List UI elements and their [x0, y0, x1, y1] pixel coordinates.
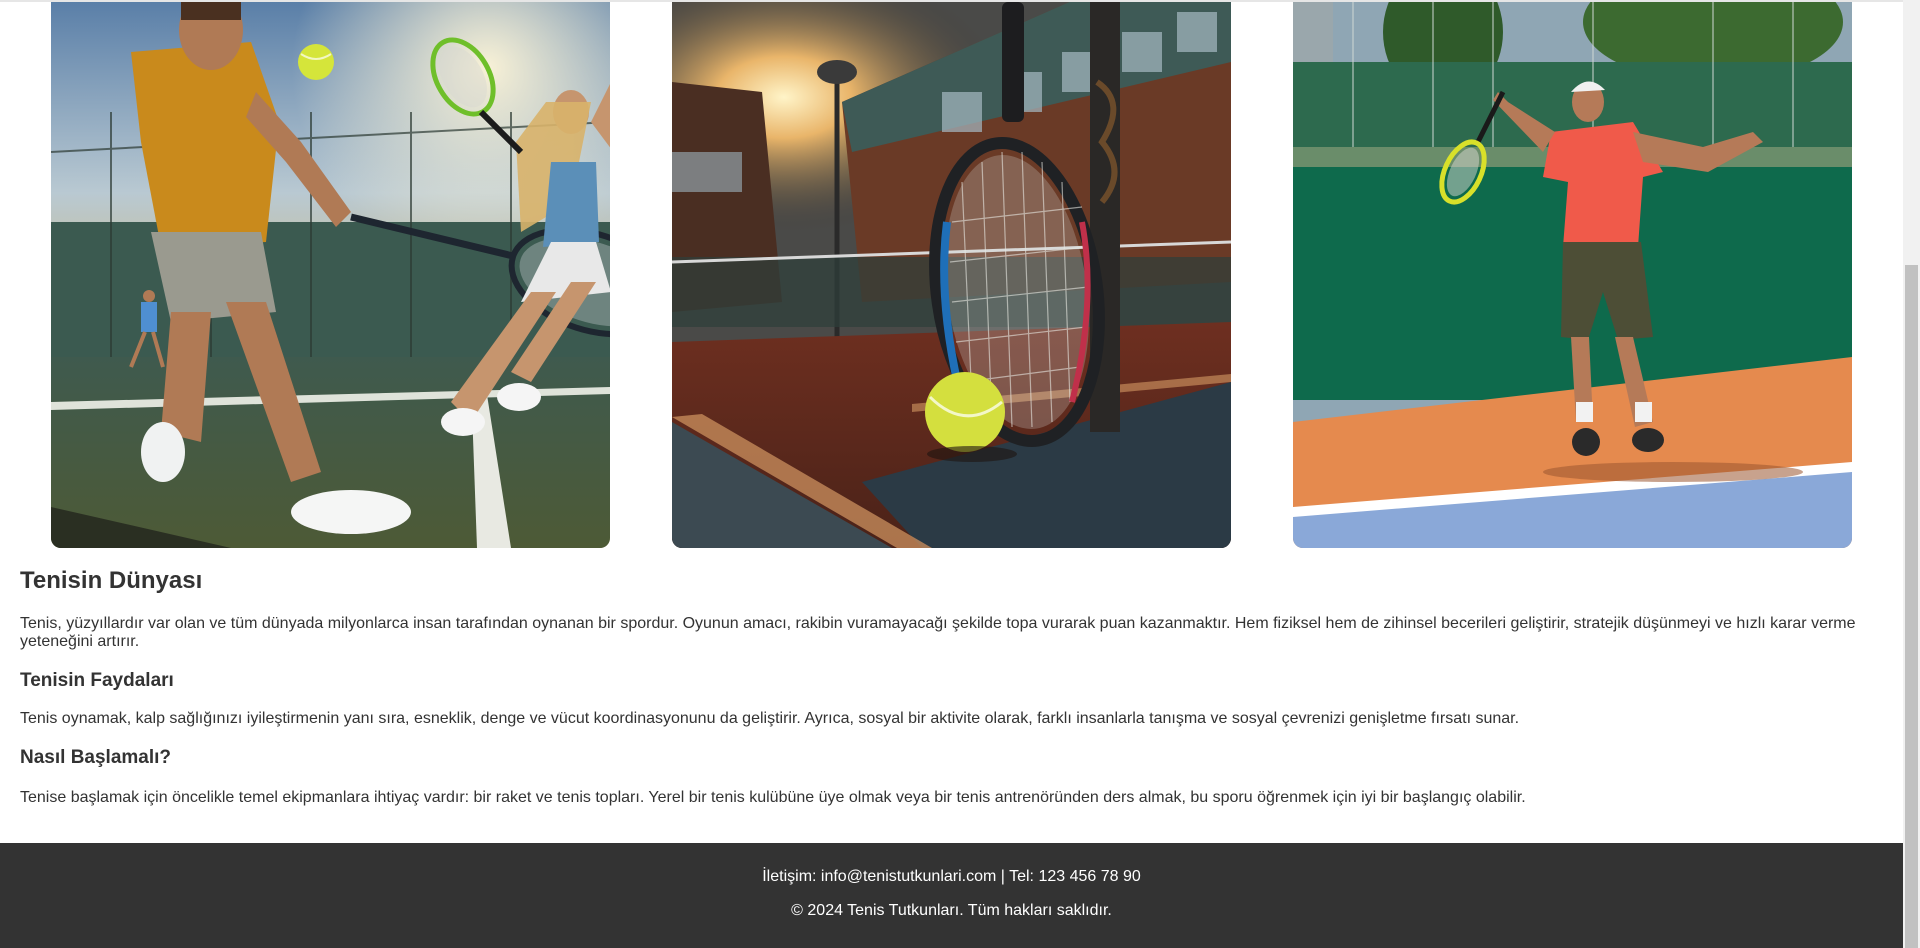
- gallery-image-racket-and-ball: [672, 2, 1231, 548]
- benefits-heading: Tenisin Faydaları: [20, 670, 174, 691]
- viewport: Tenisin Dünyası Tenis, yüzyıllardır var …: [0, 0, 1903, 948]
- benefits-paragraph: Tenis oynamak, kalp sağlığınızı iyileşti…: [20, 710, 1520, 727]
- getting-started-heading: Nasıl Başlamalı?: [20, 747, 172, 768]
- gallery-image-player-serving: [1293, 2, 1852, 548]
- footer-copyright: © 2024 Tenis Tutkunları. Tüm hakları sak…: [791, 902, 1112, 919]
- article-title: Tenisin Dünyası: [20, 567, 203, 594]
- gallery-image-players-hard-court: [51, 2, 610, 548]
- page: Tenisin Dünyası Tenis, yüzyıllardır var …: [0, 0, 1920, 948]
- getting-started-paragraph: Tenise başlamak için öncelikle temel eki…: [20, 789, 1526, 806]
- scrollbar-thumb[interactable]: [1905, 265, 1918, 948]
- footer-contact: İletişim: info@tenistutkunlari.com | Tel…: [762, 868, 1141, 885]
- intro-paragraph: Tenis, yüzyıllardır var olan ve tüm düny…: [20, 615, 1856, 650]
- vertical-scrollbar[interactable]: [1903, 0, 1920, 948]
- image-gallery: [0, 2, 1903, 548]
- site-footer: İletişim: info@tenistutkunlari.com | Tel…: [0, 843, 1903, 948]
